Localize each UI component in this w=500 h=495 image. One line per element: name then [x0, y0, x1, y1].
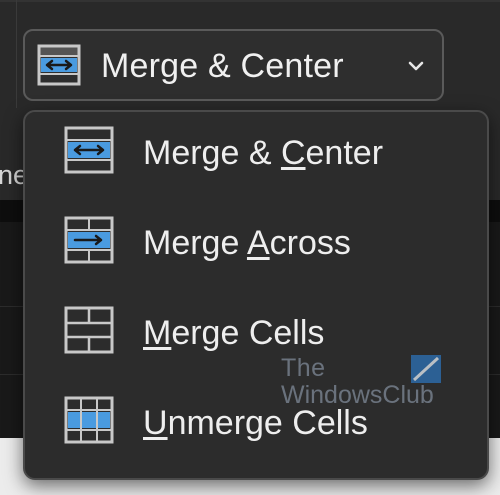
- ribbon-divider: [16, 0, 17, 108]
- menu-item-merge-across[interactable]: Merge Across: [25, 204, 487, 292]
- merge-cells-icon: [64, 306, 114, 354]
- ribbon-top-border: [0, 0, 500, 2]
- merge-across-icon: [64, 216, 114, 264]
- menu-item-label: Merge Cells: [143, 314, 325, 352]
- merge-center-icon: [64, 126, 114, 174]
- menu-item-label: Merge & Center: [143, 134, 384, 172]
- menu-item-label: Merge Across: [143, 224, 351, 262]
- watermark-logo-icon: [411, 355, 441, 383]
- merge-center-button[interactable]: Merge & Center: [23, 29, 444, 101]
- watermark-line2: WindowsClub: [281, 381, 434, 409]
- watermark-line1: The: [281, 354, 326, 382]
- chevron-down-icon[interactable]: [405, 55, 427, 77]
- merge-dropdown-menu: Merge & Center Merge Across Merge Cells: [23, 110, 489, 480]
- menu-item-merge-center[interactable]: Merge & Center: [25, 114, 487, 202]
- unmerge-cells-icon: [64, 396, 114, 444]
- merge-center-icon: [37, 44, 81, 86]
- merge-center-label: Merge & Center: [101, 47, 344, 85]
